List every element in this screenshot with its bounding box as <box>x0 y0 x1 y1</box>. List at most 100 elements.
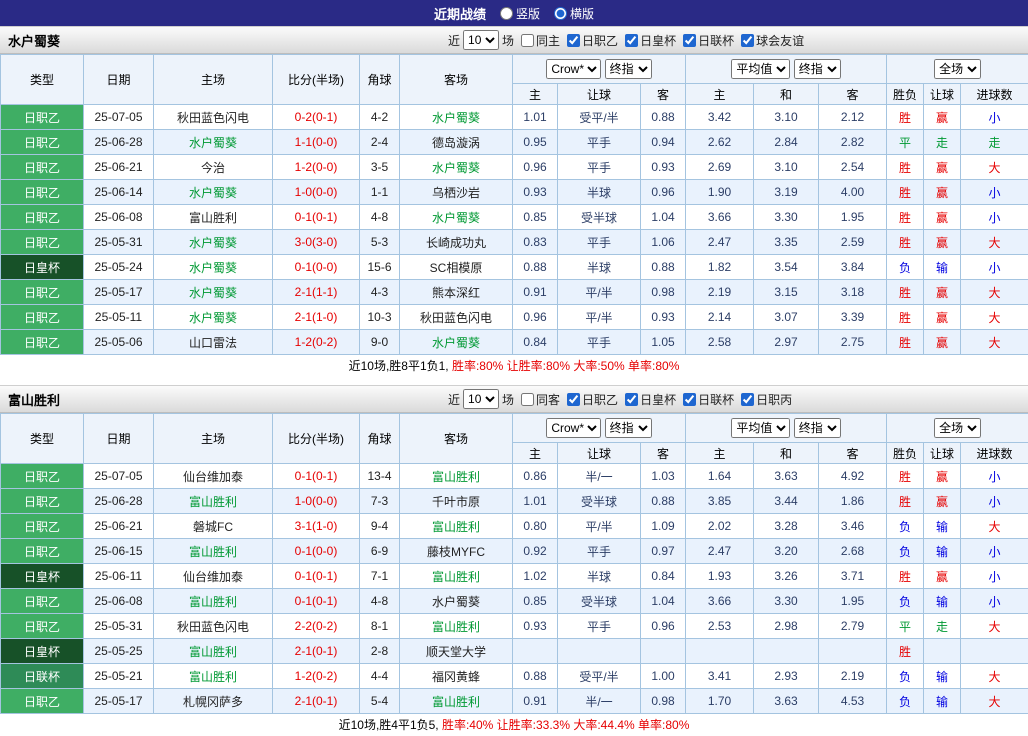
same-venue-checkbox[interactable] <box>521 393 534 406</box>
avg-away-cell: 1.86 <box>819 489 887 514</box>
scope-select[interactable]: 全场 <box>934 418 981 438</box>
score-cell: 0-1(0-1) <box>273 464 360 489</box>
col-header-home: 主场 <box>154 414 273 464</box>
league-filter-emperor-cup-checkbox[interactable] <box>625 393 638 406</box>
league-filter-j2[interactable]: 日职乙 <box>567 32 618 49</box>
handicap-cell: 半球 <box>558 255 641 280</box>
odds-away-cell: 0.98 <box>641 280 686 305</box>
away-team: 水户蜀葵 <box>400 205 513 230</box>
handicap-result-cell: 赢 <box>924 489 961 514</box>
league-filter-league-cup-checkbox[interactable] <box>683 34 696 47</box>
league-filter-j2-checkbox[interactable] <box>567 393 580 406</box>
league-filter-emperor-cup[interactable]: 日皇杯 <box>625 32 676 49</box>
home-team: 富山胜利 <box>154 589 273 614</box>
handicap-result-cell: 输 <box>924 689 961 714</box>
avg-draw-cell: 3.30 <box>754 589 819 614</box>
goals-result-cell: 小 <box>961 489 1028 514</box>
handicap-result-cell: 赢 <box>924 330 961 355</box>
bookmaker-select[interactable]: Crow* <box>546 418 601 438</box>
corner-cell: 15-6 <box>360 255 400 280</box>
goals-result-cell: 大 <box>961 614 1028 639</box>
handicap-result-cell: 赢 <box>924 280 961 305</box>
avg-stage-select[interactable]: 终指 <box>794 418 841 438</box>
home-team: 水户蜀葵 <box>154 255 273 280</box>
result-cell: 负 <box>887 589 924 614</box>
goals-result-cell: 大 <box>961 305 1028 330</box>
avg-home-cell: 2.02 <box>686 514 754 539</box>
score-cell: 0-1(0-1) <box>273 589 360 614</box>
date-cell: 25-05-11 <box>84 305 154 330</box>
odds-away-cell: 1.00 <box>641 664 686 689</box>
match-row: 日职乙25-06-08富山胜利0-1(0-1)4-8水户蜀葵0.85受半球1.0… <box>1 589 1028 614</box>
date-cell: 25-05-31 <box>84 614 154 639</box>
handicap-result-cell: 输 <box>924 589 961 614</box>
league-filter-friendly-checkbox[interactable] <box>741 34 754 47</box>
league-filter-j3-checkbox[interactable] <box>741 393 754 406</box>
odds-stage-select[interactable]: 终指 <box>605 59 652 79</box>
handicap-cell: 受平/半 <box>558 105 641 130</box>
avg-home-cell: 1.70 <box>686 689 754 714</box>
avg-away-cell: 2.68 <box>819 539 887 564</box>
league-badge: 日职乙 <box>1 464 84 489</box>
odds-home-cell: 1.02 <box>513 564 558 589</box>
average-select[interactable]: 平均值 <box>731 59 790 79</box>
avg-home-cell: 2.19 <box>686 280 754 305</box>
home-team: 富山胜利 <box>154 664 273 689</box>
layout-option-vertical[interactable]: 竖版 <box>500 5 540 22</box>
bookmaker-select[interactable]: Crow* <box>546 59 601 79</box>
odds-home-cell: 1.01 <box>513 105 558 130</box>
odds-home-cell: 0.80 <box>513 514 558 539</box>
layout-option-horizontal[interactable]: 横版 <box>554 5 594 22</box>
home-team: 山口雷法 <box>154 330 273 355</box>
avg-home-cell: 3.85 <box>686 489 754 514</box>
games-count-select[interactable]: 10 <box>463 389 499 409</box>
goals-result-cell: 小 <box>961 205 1028 230</box>
avg-draw-cell: 3.63 <box>754 464 819 489</box>
same-venue-option[interactable]: 同客 <box>521 391 560 408</box>
avg-away-cell <box>819 639 887 664</box>
league-filter-league-cup[interactable]: 日联杯 <box>683 391 734 408</box>
away-team: 富山胜利 <box>400 689 513 714</box>
avg-home-cell: 3.42 <box>686 105 754 130</box>
date-cell: 25-05-24 <box>84 255 154 280</box>
date-cell: 25-06-21 <box>84 514 154 539</box>
league-filter-league-cup-checkbox[interactable] <box>683 393 696 406</box>
subcol-odds-away: 客 <box>641 84 686 105</box>
league-filter-j2[interactable]: 日职乙 <box>567 391 618 408</box>
avg-stage-select[interactable]: 终指 <box>794 59 841 79</box>
score-cell: 2-1(0-1) <box>273 639 360 664</box>
odds-away-cell: 1.06 <box>641 230 686 255</box>
horizontal-radio[interactable] <box>554 7 567 20</box>
league-filter-emperor-cup[interactable]: 日皇杯 <box>625 391 676 408</box>
away-team: 藤枝MYFC <box>400 539 513 564</box>
col-header-away: 客场 <box>400 414 513 464</box>
average-select[interactable]: 平均值 <box>731 418 790 438</box>
goals-result-cell: 小 <box>961 564 1028 589</box>
corner-cell: 8-1 <box>360 614 400 639</box>
games-count-select[interactable]: 10 <box>463 30 499 50</box>
odds-away-cell: 0.88 <box>641 255 686 280</box>
vertical-radio[interactable] <box>500 7 513 20</box>
avg-draw-cell: 3.35 <box>754 230 819 255</box>
same-venue-option[interactable]: 同主 <box>521 32 560 49</box>
odds-home-cell: 0.93 <box>513 180 558 205</box>
match-row: 日职乙25-06-08富山胜利0-1(0-1)4-8水户蜀葵0.85受半球1.0… <box>1 205 1028 230</box>
scope-select[interactable]: 全场 <box>934 59 981 79</box>
league-filter-j3[interactable]: 日职丙 <box>741 391 792 408</box>
odds-stage-select[interactable]: 终指 <box>605 418 652 438</box>
league-filter-j2-checkbox[interactable] <box>567 34 580 47</box>
league-filter-friendly[interactable]: 球会友谊 <box>741 32 804 49</box>
match-row: 日职乙25-05-31水户蜀葵3-0(3-0)5-3长崎成功丸0.83平手1.0… <box>1 230 1028 255</box>
league-filter-league-cup[interactable]: 日联杯 <box>683 32 734 49</box>
handicap-result-cell: 赢 <box>924 155 961 180</box>
handicap-result-cell <box>924 639 961 664</box>
avg-draw-cell: 2.84 <box>754 130 819 155</box>
avg-away-cell: 4.00 <box>819 180 887 205</box>
goals-result-cell: 大 <box>961 330 1028 355</box>
record-text: 近10场,胜4平1负5, <box>339 718 442 732</box>
avg-group-header: 平均值 终指 <box>686 414 887 443</box>
avg-draw-cell: 2.93 <box>754 664 819 689</box>
league-filter-emperor-cup-checkbox[interactable] <box>625 34 638 47</box>
league-badge: 日职乙 <box>1 130 84 155</box>
same-venue-checkbox[interactable] <box>521 34 534 47</box>
